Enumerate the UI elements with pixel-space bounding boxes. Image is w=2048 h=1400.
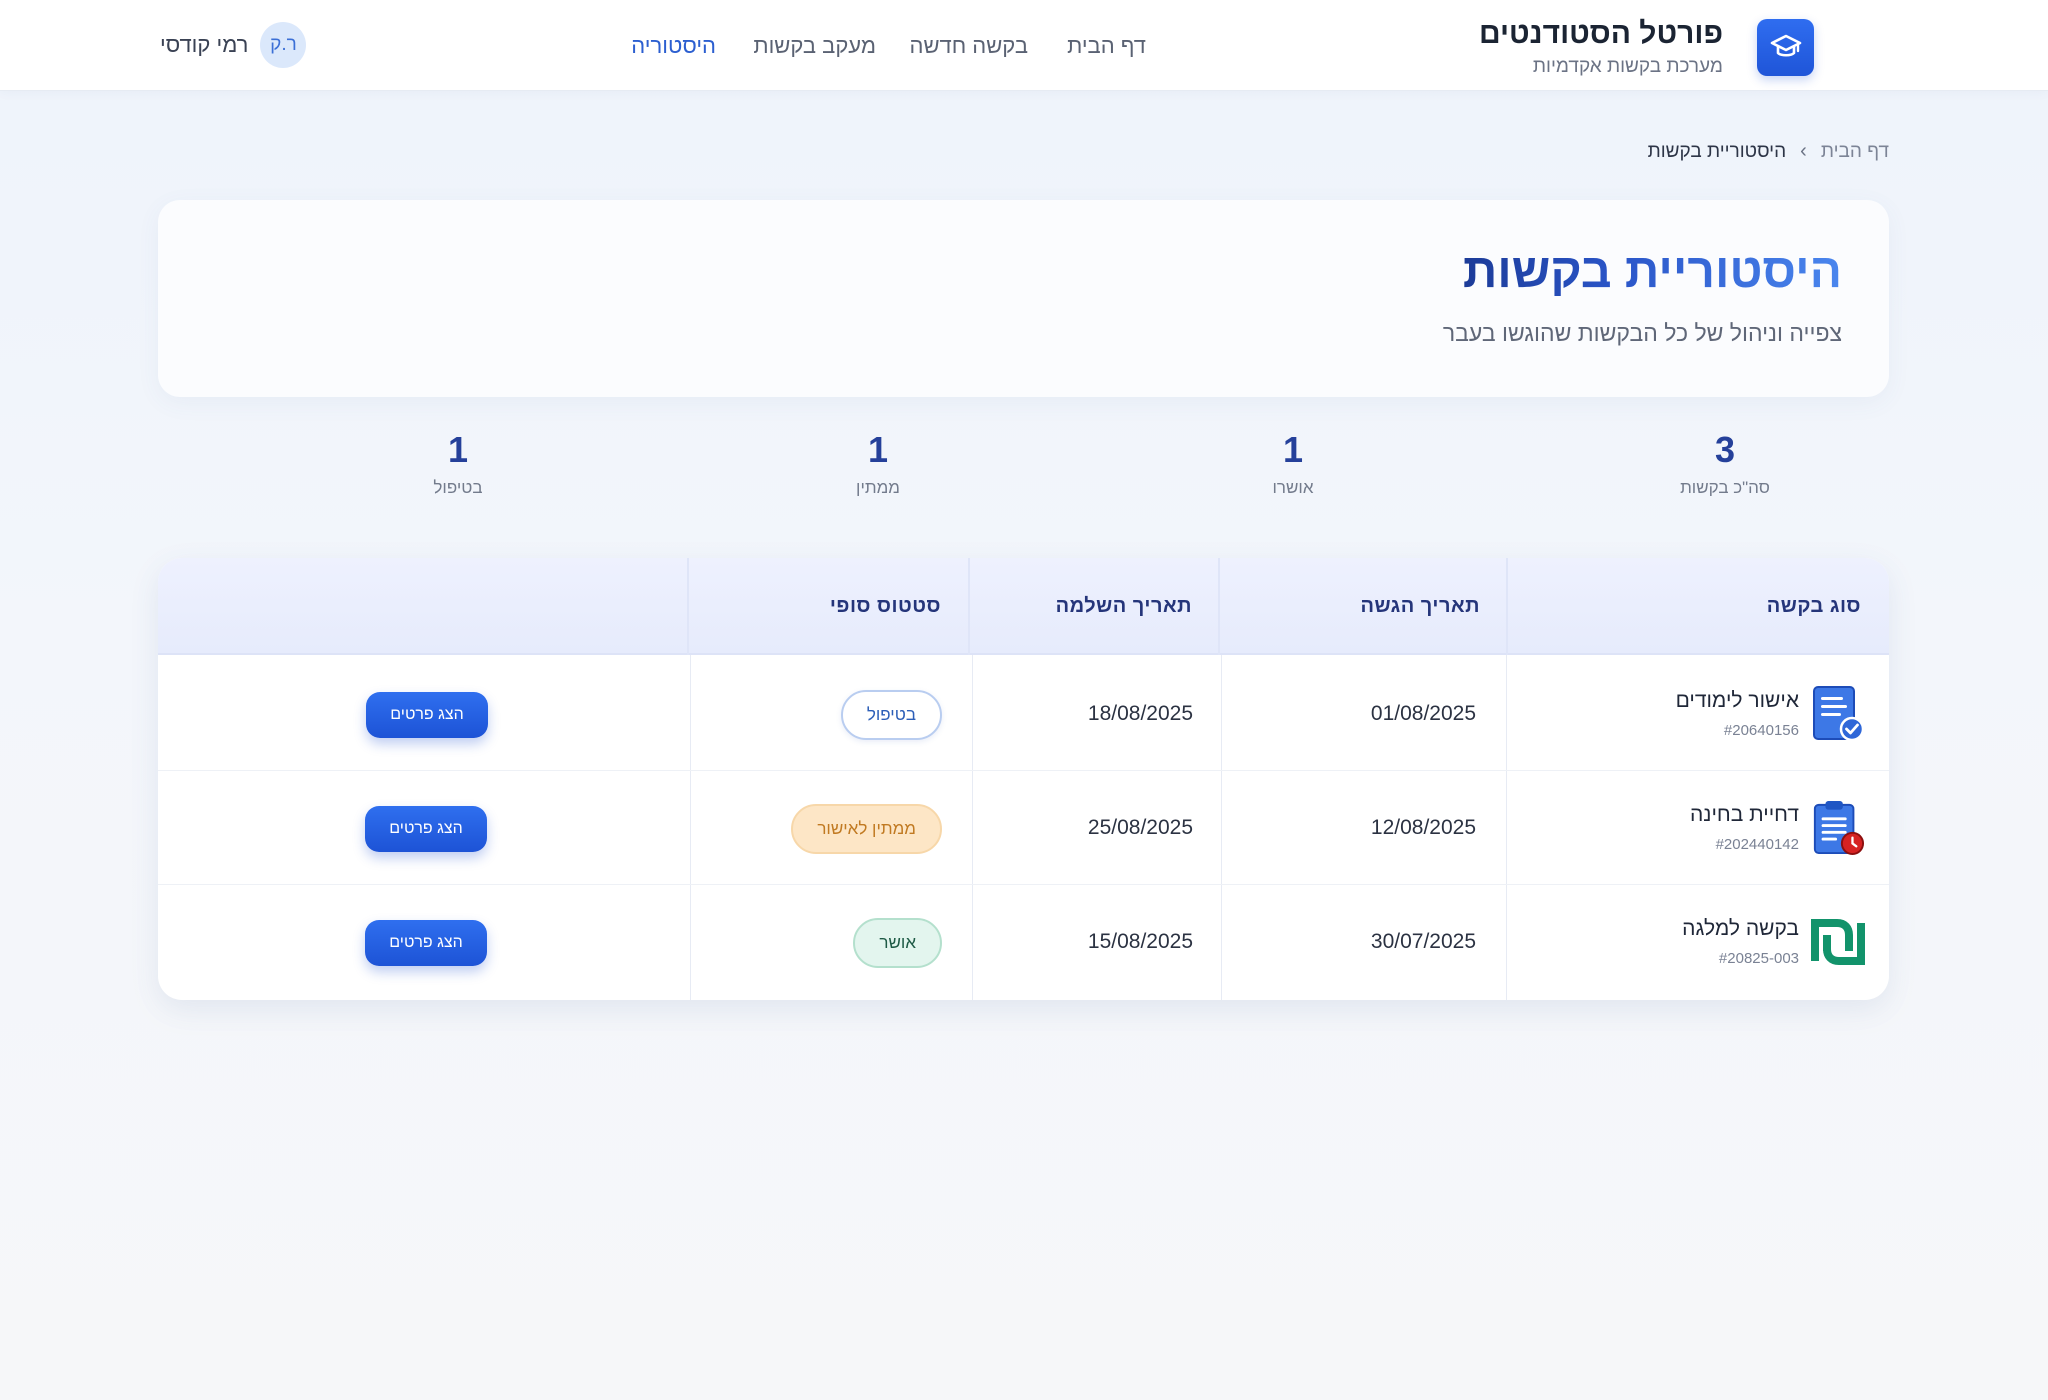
column-header-type: סוג בקשה [1766,595,1861,617]
stat-total-label: סה"כ בקשות [1680,477,1770,497]
stat-processing-label: בטיפול [433,477,483,497]
nav-item-track-requests[interactable]: מעקב בקשות [753,33,876,59]
stat-processing-value: 1 [447,429,469,470]
column-divider [968,558,970,655]
breadcrumb: דף הבית › היסטוריית בקשות [1648,140,1889,163]
stat-pending-label: ממתין [856,477,900,497]
stat-total: 3 סה"כ בקשות [1625,430,1825,498]
status-badge: ממתין לאישור [791,804,942,854]
stat-processing: 1 בטיפול [358,430,558,498]
shekel-icon [1811,913,1865,971]
column-divider [1506,558,1508,655]
nav-item-history[interactable]: היסטוריה [631,33,716,59]
breadcrumb-home-link[interactable]: דף הבית [1821,141,1889,163]
stat-pending: 1 ממתין [778,430,978,498]
top-header: פורטל הסטודנטים מערכת בקשות אקדמיות דף ה… [0,0,2048,91]
column-divider [1218,558,1220,655]
user-name: רמי קודסי [160,32,249,57]
completed-date: 18/08/2025 [1087,702,1193,725]
submitted-date: 01/08/2025 [1370,702,1476,725]
request-type-name: אישור לימודים [1675,689,1799,712]
status-badge: אושר [853,918,942,968]
submitted-date: 12/08/2025 [1370,816,1476,839]
breadcrumb-current: היסטוריית בקשות [1647,140,1787,162]
stats-summary: 3 סה"כ בקשות 1 אושרו 1 ממתין 1 בטיפול [158,420,1889,520]
page-header-card: היסטוריית בקשות צפייה וניהול של כל הבקשו… [158,200,1889,397]
request-id: #20640156 [1723,722,1799,739]
status-badge: בטיפול [840,690,942,740]
nav-item-home[interactable]: דף הבית [1067,33,1146,59]
page-subtitle: צפייה וניהול של כל הבקשות שהוגשו בעבר [1442,320,1842,346]
column-header-submitted: תאריך הגשה [1360,595,1480,617]
request-type-name: בקשה למלגה [1682,917,1799,940]
stat-approved: 1 אושרו [1193,430,1393,498]
requests-table: סוג בקשה תאריך הגשה תאריך השלמה סטטוס סו… [158,558,1889,1000]
request-type-cell: אישור לימודים #20640156 [1676,657,1865,771]
request-type-cell: בקשה למלגה #20825-003 [1682,885,1865,999]
page-title: היסטוריית בקשות [1462,245,1842,298]
request-type-name: דחיית בחינה [1690,803,1799,826]
user-menu[interactable]: ר.ק רמי קודסי [160,22,307,68]
avatar[interactable]: ר.ק [260,22,307,68]
request-id: #202440142 [1715,836,1799,853]
stat-approved-label: אושרו [1272,477,1314,497]
stat-approved-value: 1 [1282,429,1304,470]
view-details-button[interactable]: הצג פרטים [366,692,488,738]
request-type-cell: דחיית בחינה #202440142 [1690,771,1865,885]
column-header-completed: תאריך השלמה [1055,595,1192,617]
table-header: סוג בקשה תאריך הגשה תאריך השלמה סטטוס סו… [158,558,1889,655]
stat-pending-value: 1 [867,429,889,470]
view-details-button[interactable]: הצג פרטים [365,920,487,966]
table-row: דחיית בחינה #202440142 12/08/2025 25/08/… [158,771,1889,885]
view-details-button[interactable]: הצג פרטים [365,806,487,852]
submitted-date: 30/07/2025 [1370,930,1476,953]
completed-date: 25/08/2025 [1087,816,1193,839]
column-header-status: סטטוס סופי [829,595,941,617]
main-nav: דף הבית בקשה חדשה מעקב בקשות היסטוריה [0,0,2048,91]
certificate-icon [1811,685,1865,743]
table-row: אישור לימודים #20640156 01/08/2025 18/08… [158,657,1889,771]
table-row: בקשה למלגה #20825-003 30/07/2025 15/08/2… [158,885,1889,999]
clipboard-clock-icon [1811,799,1865,857]
nav-item-new-request[interactable]: בקשה חדשה [910,33,1029,59]
stat-total-value: 3 [1714,429,1736,470]
request-id: #20825-003 [1718,950,1799,967]
chevron-left-icon: › [1800,140,1807,162]
column-divider [687,558,689,655]
completed-date: 15/08/2025 [1087,930,1193,953]
